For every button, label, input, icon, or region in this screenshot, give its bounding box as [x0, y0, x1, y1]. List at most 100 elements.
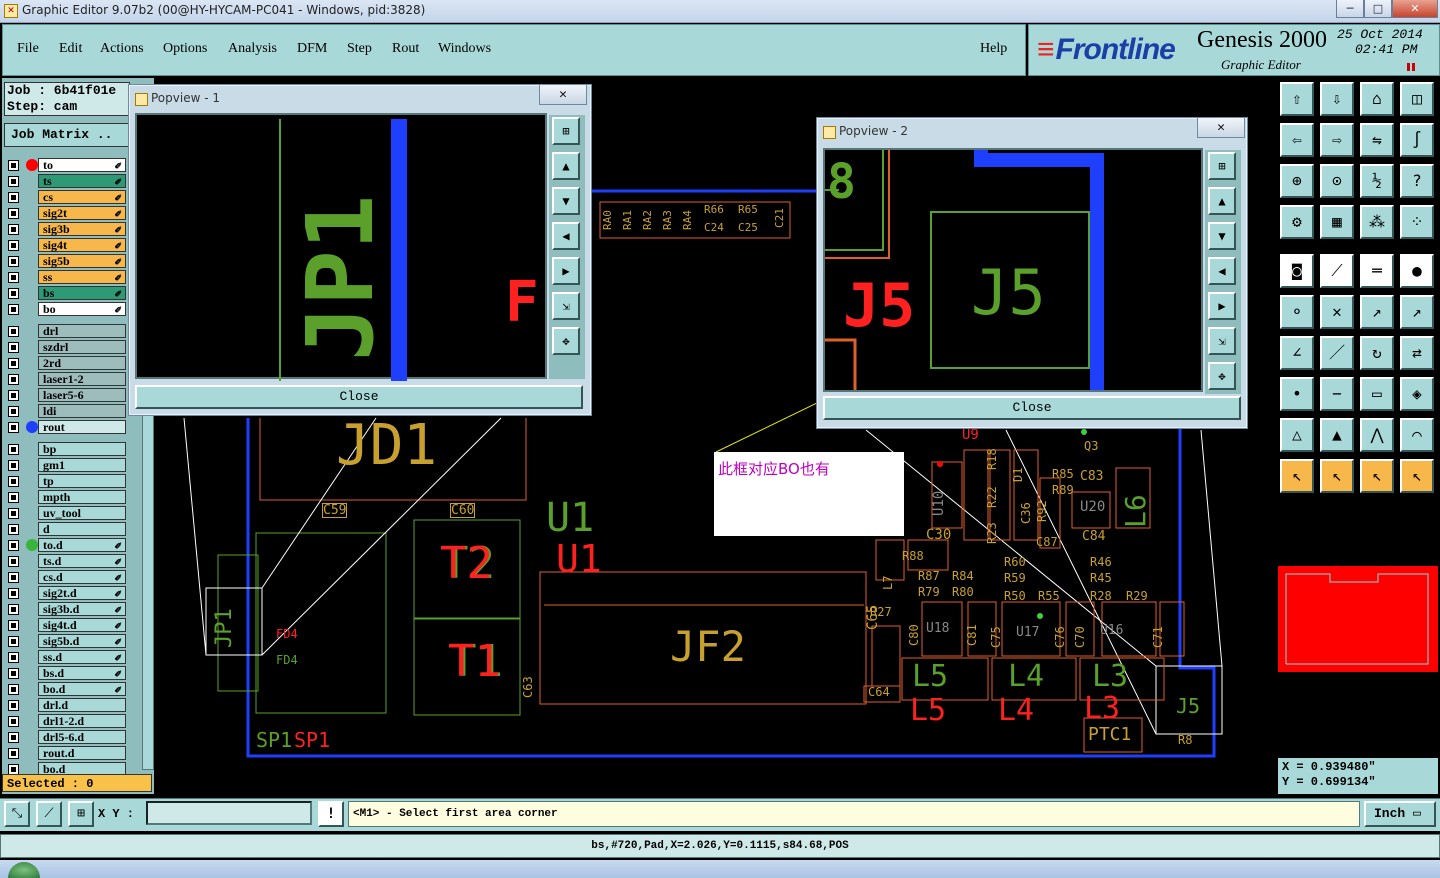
pointer-icon[interactable]: ↖ — [1280, 459, 1314, 493]
maximize-button[interactable]: □ — [1364, 0, 1392, 18]
layer-row[interactable]: sig3b.d ✐ — [6, 602, 126, 617]
layer-name[interactable]: sig3b.d ✐ — [38, 602, 126, 616]
arrow-up-icon[interactable]: ⋀ — [1360, 418, 1394, 452]
popview-2-pan-right-icon[interactable]: ▶ — [1208, 292, 1236, 320]
layer-name[interactable]: bs.d ✐ — [38, 666, 126, 680]
popview-1-pan-up-icon[interactable]: ▲ — [552, 152, 580, 180]
minus-icon[interactable]: − — [1320, 377, 1354, 411]
popview-1-pan-down-icon[interactable]: ▼ — [552, 187, 580, 215]
cross-icon[interactable]: ✕ — [1320, 295, 1354, 329]
layer-checkbox[interactable] — [8, 326, 19, 337]
layer-name[interactable]: ss.d ✐ — [38, 650, 126, 664]
layer-checkbox[interactable] — [8, 304, 19, 315]
layer-name[interactable]: uv_tool — [38, 506, 126, 520]
popview-2-zoom-fit-icon[interactable]: ⊞ — [1208, 152, 1236, 180]
layer-row[interactable]: cs.d ✐ — [6, 570, 126, 585]
tool-icon[interactable]: ⚙ — [1280, 205, 1314, 239]
layer-checkbox[interactable] — [8, 224, 19, 235]
popview-1-close-x[interactable]: ✕ — [539, 85, 587, 105]
layer-row[interactable]: d — [6, 522, 126, 537]
layer-row[interactable]: drl.d — [6, 698, 126, 713]
layer-row[interactable]: tp — [6, 474, 126, 489]
popview-2-pan-left-icon[interactable]: ◀ — [1208, 257, 1236, 285]
layer-row[interactable]: sig5b.d ✐ — [6, 634, 126, 649]
pointer4-icon[interactable]: ↖ — [1400, 459, 1434, 493]
popview-2-close-button[interactable]: Close — [823, 396, 1241, 420]
fit-icon[interactable]: ⊕ — [1280, 164, 1314, 198]
info-icon[interactable]: ! — [318, 801, 344, 827]
menu-help[interactable]: Help — [980, 41, 1007, 57]
layer-checkbox[interactable] — [8, 240, 19, 251]
layer-checkbox[interactable] — [8, 444, 19, 455]
layer-checkbox[interactable] — [8, 588, 19, 599]
box-measure-icon[interactable]: ▭ — [1360, 377, 1394, 411]
layer-checkbox[interactable] — [8, 476, 19, 487]
layer-name[interactable]: tp — [38, 474, 126, 488]
layer-checkbox[interactable] — [8, 652, 19, 663]
menu-rout[interactable]: Rout — [392, 41, 419, 57]
layer-row[interactable]: gm1 — [6, 458, 126, 473]
minimize-button[interactable]: ─ — [1336, 0, 1364, 18]
layer-row[interactable]: ss ✐ — [6, 270, 126, 285]
layer-checkbox[interactable] — [8, 272, 19, 283]
layer-name[interactable]: drl5-6.d — [38, 730, 126, 744]
layer-row[interactable]: uv_tool — [6, 506, 126, 521]
layer-checkbox[interactable] — [8, 422, 19, 433]
angle-icon[interactable]: ∠ — [1280, 336, 1314, 370]
snap-dot-icon[interactable]: ⁘ — [1400, 205, 1434, 239]
pad-icon[interactable]: ◙ — [1280, 254, 1314, 288]
layer-row[interactable]: bo ✐ — [6, 302, 126, 317]
home-down-icon[interactable]: ⇩ — [1320, 82, 1354, 116]
measure-icon[interactable]: ⟋ — [36, 801, 62, 827]
layer-checkbox[interactable] — [8, 160, 19, 171]
popview-1-close-button[interactable]: Close — [135, 385, 583, 409]
layer-checkbox[interactable] — [8, 492, 19, 503]
layer-checkbox[interactable] — [8, 604, 19, 615]
layer-row[interactable]: rout.d — [6, 746, 126, 761]
bridge-icon[interactable]: ⌒ — [1400, 418, 1434, 452]
layer-name[interactable]: laser1-2 — [38, 372, 126, 386]
layer-row[interactable]: ts ✐ — [6, 174, 126, 189]
layer-name[interactable]: bo ✐ — [38, 302, 126, 316]
home-up-icon[interactable]: ⇧ — [1280, 82, 1314, 116]
popview-1-pan-right-icon[interactable]: ▶ — [552, 257, 580, 285]
snap-red-icon[interactable]: ⁂ — [1360, 205, 1394, 239]
layer-row[interactable]: sig4t ✐ — [6, 238, 126, 253]
layer-name[interactable]: cs.d ✐ — [38, 570, 126, 584]
layer-name[interactable]: sig5b.d ✐ — [38, 634, 126, 648]
ratio-icon[interactable]: ½ — [1360, 164, 1394, 198]
snap-icon[interactable]: ⤡ — [4, 801, 30, 827]
layer-checkbox[interactable] — [8, 288, 19, 299]
layer-row[interactable]: to.d ✐ — [6, 538, 126, 553]
layer-name[interactable]: drl.d — [38, 698, 126, 712]
layer-row[interactable]: to ✐ — [6, 158, 126, 173]
popview-2-close-x[interactable]: ✕ — [1197, 118, 1245, 138]
units-dropdown[interactable]: Inch ▭ — [1364, 801, 1436, 827]
layer-row[interactable]: mpth — [6, 490, 126, 505]
layer-name[interactable]: d — [38, 522, 126, 536]
peak-icon[interactable]: ▲ — [1320, 418, 1354, 452]
layer-row[interactable]: drl1-2.d — [6, 714, 126, 729]
layer-name[interactable]: sig2t ✐ — [38, 206, 126, 220]
network-icon[interactable]: ⚬ — [1280, 295, 1314, 329]
layer-checkbox[interactable] — [8, 716, 19, 727]
layer-checkbox[interactable] — [8, 732, 19, 743]
layer-row[interactable]: bo.d ✐ — [6, 682, 126, 697]
layer-checkbox[interactable] — [8, 460, 19, 471]
layer-checkbox[interactable] — [8, 358, 19, 369]
popview-1-zoom-fit-icon[interactable]: ⊞ — [552, 117, 580, 145]
layer-checkbox[interactable] — [8, 176, 19, 187]
layer-name[interactable]: bo.d ✐ — [38, 682, 126, 696]
layer-checkbox[interactable] — [8, 374, 19, 385]
grid-icon[interactable]: ⊞ — [68, 801, 94, 827]
layer-name[interactable]: cs ✐ — [38, 190, 126, 204]
center-icon[interactable]: ⊙ — [1320, 164, 1354, 198]
layer-name[interactable]: ts.d ✐ — [38, 554, 126, 568]
job-matrix-button[interactable]: Job Matrix .. — [4, 123, 134, 147]
windows-taskbar[interactable] — [0, 860, 1440, 878]
layer-checkbox[interactable] — [8, 342, 19, 353]
layer-row[interactable]: sig5b ✐ — [6, 254, 126, 269]
layer-row[interactable]: 2rd — [6, 356, 126, 371]
popview-1-zoom-in-icon[interactable]: ⇲ — [552, 292, 580, 320]
mirror-icon[interactable]: ⇋ — [1360, 123, 1394, 157]
